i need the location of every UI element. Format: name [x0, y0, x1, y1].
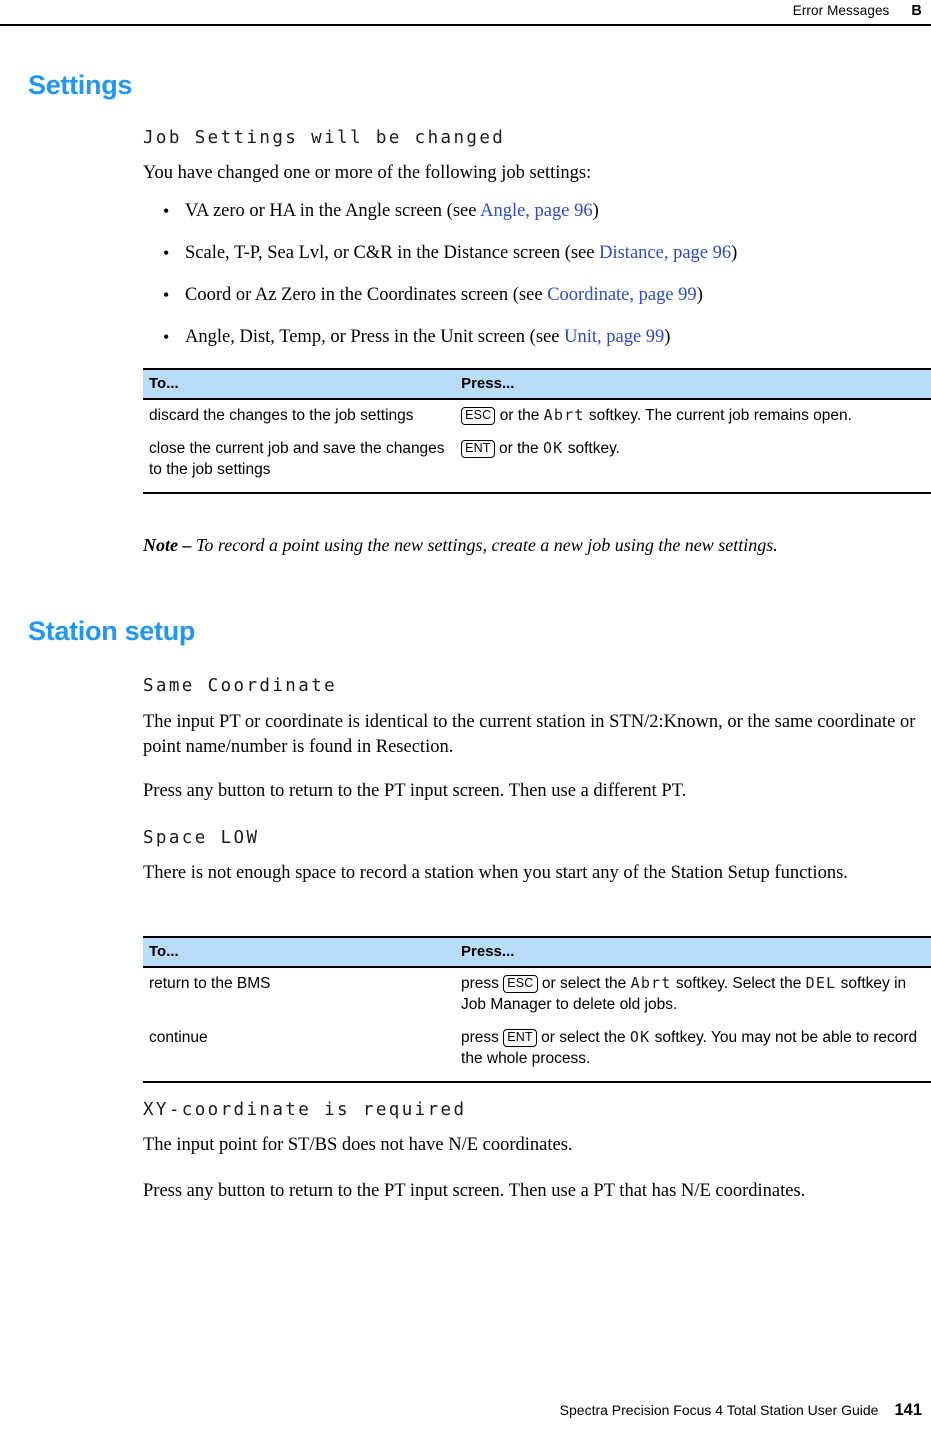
page-header: Error Messages B	[0, 0, 931, 28]
cell-press: press ENT or select the OK softkey. You …	[455, 1022, 931, 1083]
cell-text-run: softkey. Select the	[671, 975, 806, 992]
list-item-tail: )	[664, 327, 671, 347]
table-body: return to the BMS press ESC or select th…	[143, 967, 931, 1083]
footer-page-number: 141	[894, 1401, 922, 1419]
paragraph-xy-body: The input point for ST/BS does not have …	[143, 1135, 573, 1155]
table-row: return to the BMS press ESC or select th…	[143, 967, 931, 1022]
list-item-tail: )	[592, 201, 599, 221]
list-item: • Scale, T-P, Sea Lvl, or C&R in the Dis…	[143, 241, 931, 265]
list-item: • Angle, Dist, Temp, or Press in the Uni…	[143, 325, 931, 349]
cell-text-run: softkey. The current job remains open.	[584, 407, 852, 424]
section-heading-station-setup: Station setup	[28, 616, 196, 646]
bullet-icon: •	[163, 201, 170, 221]
softkey-label-ok: OK	[629, 1028, 651, 1046]
section-heading-settings: Settings	[28, 70, 133, 100]
cell-text-run: press	[461, 975, 504, 992]
cell-to: continue	[143, 1022, 456, 1083]
note-label: Note –	[143, 535, 196, 555]
table-header-row: To... Press...	[143, 368, 931, 400]
list-item-tail: )	[696, 285, 703, 305]
column-header-press: Press...	[455, 368, 931, 400]
table-head: To... Press...	[143, 368, 931, 400]
keycap-esc[interactable]: ESC	[503, 975, 538, 993]
header-rule	[0, 24, 931, 26]
list-item-text: Scale, T-P, Sea Lvl, or C&R in the Dista…	[185, 241, 931, 265]
lcd-message-space-low: Space LOW	[143, 828, 260, 848]
cell-text-run: or the	[494, 440, 543, 457]
list-item-lead: Scale, T-P, Sea Lvl, or C&R in the Dista…	[185, 243, 600, 263]
bullet-icon: •	[163, 243, 170, 263]
cell-to: close the current job and save the chang…	[143, 433, 456, 494]
paragraph-settings-intro: You have changed one or more of the foll…	[143, 163, 592, 183]
bullet-icon: •	[163, 285, 170, 305]
table-header-row: To... Press...	[143, 936, 931, 968]
footer-guide-title: Spectra Precision Focus 4 Total Station …	[559, 1402, 879, 1418]
cell-text-run: or select the	[537, 975, 631, 992]
softkey-label-abrt: Abrt	[543, 406, 585, 424]
paragraph-space-low-body: There is not enough space to record a st…	[143, 863, 848, 883]
table-row: continue press ENT or select the OK soft…	[143, 1022, 931, 1083]
paragraph-same-coordinate-action: Press any button to return to the PT inp…	[143, 781, 687, 801]
table-station-actions: To... Press... return to the BMS press E…	[143, 936, 931, 1083]
table-row: close the current job and save the chang…	[143, 433, 931, 494]
lcd-message-xy-coordinate-required: XY-coordinate is required	[143, 1100, 467, 1120]
cross-reference-link[interactable]: Coordinate, page 99	[547, 285, 697, 305]
cross-reference-link[interactable]: Angle, page 96	[480, 201, 593, 221]
list-item-text: Coord or Az Zero in the Coordinates scre…	[185, 283, 931, 307]
cell-press: ENT or the OK softkey.	[455, 433, 931, 494]
note-block: Note – To record a point using the new s…	[143, 533, 931, 557]
note-text: To record a point using the new settings…	[196, 535, 778, 555]
page-footer: Spectra Precision Focus 4 Total Station …	[0, 1401, 931, 1420]
list-item-text: VA zero or HA in the Angle screen (see A…	[185, 199, 931, 223]
header-title: Error Messages	[792, 3, 890, 18]
cell-text-run: press	[461, 1029, 504, 1046]
header-appendix-letter: B	[911, 3, 922, 19]
softkey-label-abrt: Abrt	[630, 974, 672, 992]
cross-reference-link[interactable]: Unit, page 99	[564, 327, 664, 347]
lcd-message-same-coordinate: Same Coordinate	[143, 676, 338, 696]
page-header-inner: Error Messages B	[0, 0, 931, 19]
softkey-label-ok: OK	[542, 439, 564, 457]
list-item-lead: Angle, Dist, Temp, or Press in the Unit …	[185, 327, 565, 347]
cell-to: return to the BMS	[149, 975, 271, 992]
cell-text-run: or the	[495, 407, 544, 424]
table-body: discard the changes to the job settings …	[143, 399, 931, 494]
cross-reference-link[interactable]: Distance, page 96	[599, 243, 731, 263]
column-header-to: To...	[143, 936, 456, 968]
paragraph-xy-action: Press any button to return to the PT inp…	[143, 1181, 806, 1201]
table-settings-actions: To... Press... discard the changes to th…	[143, 368, 931, 494]
list-item-text: Angle, Dist, Temp, or Press in the Unit …	[185, 325, 931, 349]
list-item: • VA zero or HA in the Angle screen (see…	[143, 199, 931, 223]
softkey-label-del: DEL	[805, 974, 837, 992]
bullet-icon: •	[163, 327, 170, 347]
cell-text-run: or select the	[536, 1029, 630, 1046]
cell-text-run: softkey.	[563, 440, 620, 457]
list-item: • Coord or Az Zero in the Coordinates sc…	[143, 283, 931, 307]
cell-press: press ESC or select the Abrt softkey. Se…	[455, 967, 931, 1022]
table-row: discard the changes to the job settings …	[143, 399, 931, 433]
keycap-esc[interactable]: ESC	[461, 407, 496, 425]
list-item-lead: VA zero or HA in the Angle screen (see	[185, 201, 481, 221]
list-item-tail: )	[731, 243, 738, 263]
column-header-to: To...	[143, 368, 456, 400]
paragraph-same-coordinate-body: The input PT or coordinate is identical …	[143, 712, 916, 757]
list-item-lead: Coord or Az Zero in the Coordinates scre…	[185, 285, 548, 305]
column-header-press: Press...	[455, 936, 931, 968]
cell-press: ESC or the Abrt softkey. The current job…	[455, 399, 931, 433]
cell-to: discard the changes to the job settings	[149, 407, 414, 424]
keycap-ent[interactable]: ENT	[503, 1029, 537, 1047]
table-head: To... Press...	[143, 936, 931, 968]
lcd-message-job-settings-changed: Job Settings will be changed	[143, 128, 506, 148]
keycap-ent[interactable]: ENT	[461, 440, 495, 458]
